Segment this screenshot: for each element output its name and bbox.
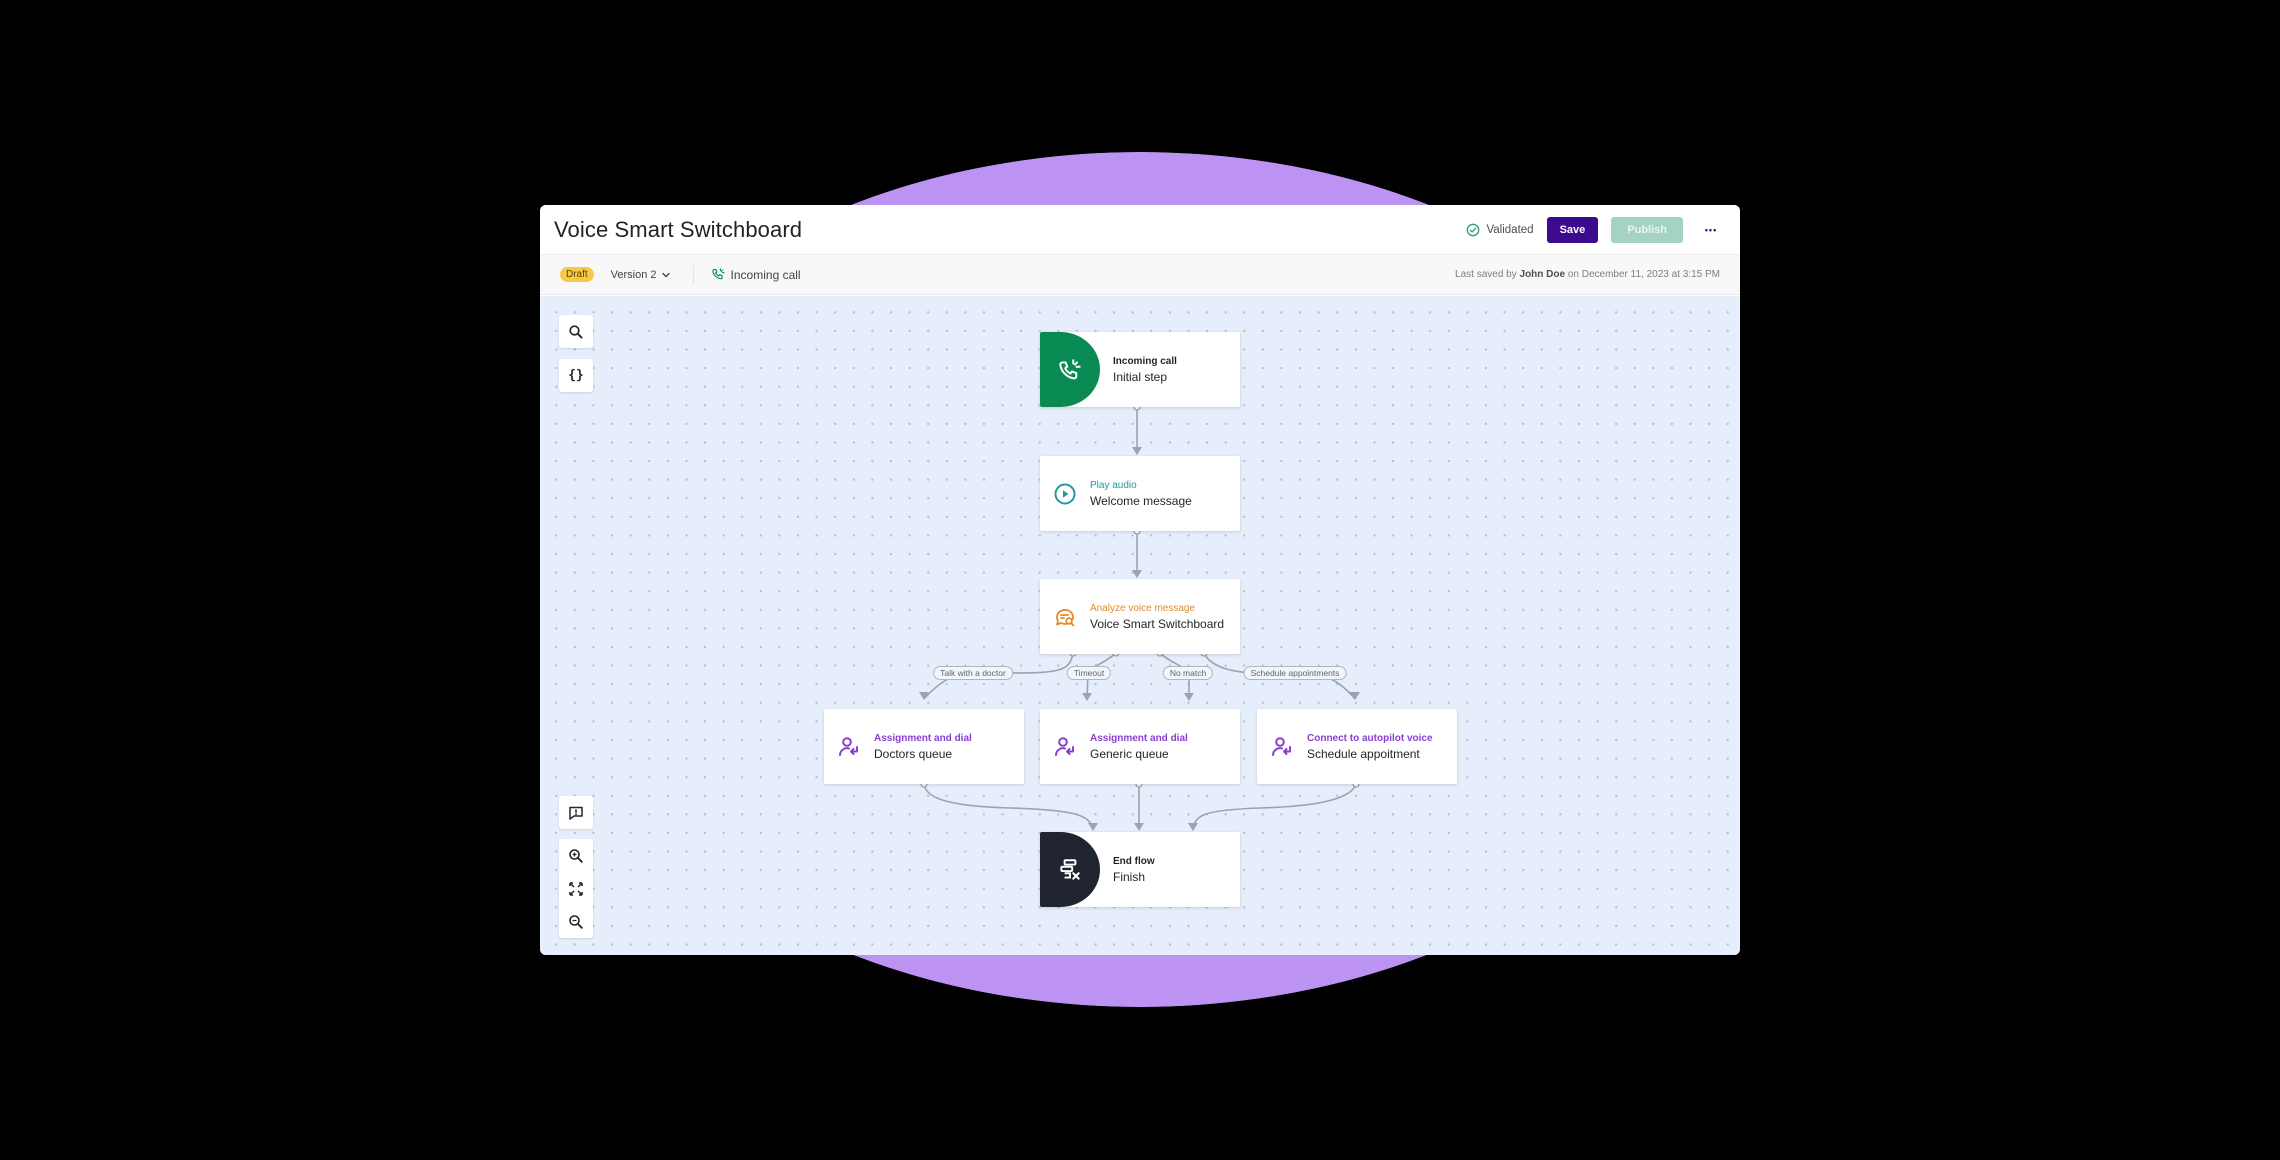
edge-label[interactable]: No match bbox=[1162, 666, 1214, 680]
edge-doctors-end[interactable] bbox=[923, 783, 1094, 831]
node-kind: End flow bbox=[1113, 855, 1155, 867]
header: Voice Smart Switchboard Validated Save P… bbox=[540, 205, 1740, 255]
node-name: Doctors queue bbox=[874, 746, 953, 761]
node-name: Schedule appoitment bbox=[1307, 746, 1420, 761]
fit-view-button[interactable] bbox=[559, 872, 593, 905]
node-kind: Incoming call bbox=[1113, 355, 1177, 367]
zoom-out-button[interactable] bbox=[559, 905, 593, 938]
check-circle-icon bbox=[1467, 223, 1480, 236]
version-label: Version 2 bbox=[610, 268, 657, 281]
page-title: Voice Smart Switchboard bbox=[554, 216, 803, 242]
zoom-in-icon bbox=[569, 848, 583, 863]
node-icon bbox=[1257, 735, 1307, 759]
flow-editor-window: Voice Smart Switchboard Validated Save P… bbox=[540, 205, 1740, 955]
assign-dial-icon bbox=[839, 736, 858, 756]
variables-button[interactable]: {} bbox=[559, 359, 593, 392]
node-cap bbox=[1040, 832, 1100, 907]
edge-label[interactable]: Timeout bbox=[1066, 666, 1112, 680]
node-kind: Play audio bbox=[1090, 479, 1137, 491]
node-generic-queue[interactable]: Assignment and dial Generic queue bbox=[1040, 709, 1240, 784]
feedback-icon bbox=[569, 806, 583, 820]
edge-label[interactable]: Talk with a doctor bbox=[933, 666, 1013, 680]
validation-label: Validated bbox=[1486, 223, 1534, 236]
last-saved-user: John Doe bbox=[1519, 269, 1566, 280]
flow-info-bar: Draft Version 2 Incoming call Last saved… bbox=[540, 255, 1740, 295]
node-end-flow[interactable]: End flow Finish bbox=[1040, 832, 1240, 907]
node-icon bbox=[1040, 605, 1090, 629]
more-options-button[interactable]: ••• bbox=[1696, 217, 1726, 243]
variables-icon: {} bbox=[568, 368, 584, 383]
node-name: Voice Smart Switchboard bbox=[1090, 616, 1225, 631]
assign-dial-icon bbox=[1055, 736, 1074, 756]
chevron-down-icon bbox=[661, 272, 670, 277]
entry-point: Incoming call bbox=[711, 267, 801, 282]
zoom-out-icon bbox=[569, 914, 583, 929]
publish-button[interactable]: Publish bbox=[1611, 216, 1683, 243]
node-kind: Connect to autopilot voice bbox=[1307, 732, 1433, 744]
node-name: Welcome message bbox=[1090, 493, 1192, 508]
variables-tool[interactable]: {} bbox=[559, 359, 593, 392]
node-texts: Assignment and dial Doctors queue bbox=[874, 733, 972, 761]
validation-status: Validated bbox=[1466, 223, 1534, 237]
zoom-in-button[interactable] bbox=[559, 839, 593, 872]
node-icon bbox=[1040, 735, 1090, 759]
status-badge: Draft bbox=[560, 267, 594, 282]
search-icon bbox=[569, 324, 583, 339]
feedback-tool[interactable] bbox=[559, 796, 593, 829]
last-saved-date: on December 11, 2023 at 3:15 PM bbox=[1567, 269, 1720, 280]
node-kind: Assignment and dial bbox=[1090, 732, 1188, 744]
assign-dial-icon bbox=[1272, 736, 1291, 756]
node-icon bbox=[1040, 482, 1090, 506]
node-texts: Assignment and dial Generic queue bbox=[1090, 733, 1188, 761]
end-flow-icon bbox=[1060, 858, 1080, 880]
version-dropdown[interactable]: Version 2 bbox=[611, 269, 671, 281]
node-incoming-call[interactable]: Incoming call Initial step bbox=[1040, 332, 1240, 407]
node-schedule-appointment[interactable]: Connect to autopilot voice Schedule appo… bbox=[1257, 709, 1457, 784]
node-doctors-queue[interactable]: Assignment and dial Doctors queue bbox=[824, 709, 1024, 784]
node-texts: Play audio Welcome message bbox=[1090, 480, 1192, 508]
edge-schedule-end[interactable] bbox=[1192, 783, 1357, 831]
node-texts: Connect to autopilot voice Schedule appo… bbox=[1307, 733, 1433, 761]
backdrop: Voice Smart Switchboard Validated Save P… bbox=[0, 0, 2280, 1160]
save-button[interactable]: Save bbox=[1546, 216, 1599, 243]
last-saved-prefix: Last saved by bbox=[1455, 269, 1517, 280]
analyze-message-icon bbox=[1056, 608, 1075, 626]
node-name: Initial step bbox=[1113, 369, 1168, 384]
play-icon bbox=[1054, 483, 1076, 504]
incoming-call-icon bbox=[1059, 358, 1081, 379]
header-actions: Validated Save Publish ••• bbox=[1466, 216, 1726, 243]
search-button[interactable] bbox=[559, 315, 593, 348]
fit-view-icon bbox=[569, 881, 583, 896]
node-kind: Analyze voice message bbox=[1090, 602, 1196, 614]
divider bbox=[692, 264, 694, 285]
zoom-controls bbox=[559, 839, 593, 938]
node-name: Finish bbox=[1113, 869, 1146, 884]
last-saved-info: Last saved by John Doe on December 11, 2… bbox=[1455, 269, 1720, 280]
node-icon bbox=[824, 735, 874, 759]
node-name: Generic queue bbox=[1090, 746, 1169, 761]
edge-label[interactable]: Schedule appointments bbox=[1243, 666, 1347, 680]
search-tool[interactable] bbox=[559, 315, 593, 348]
node-cap bbox=[1040, 332, 1100, 407]
node-texts: End flow Finish bbox=[1113, 856, 1155, 884]
node-analyze-voice[interactable]: Analyze voice message Voice Smart Switch… bbox=[1040, 579, 1240, 654]
entry-label: Incoming call bbox=[730, 267, 801, 282]
incoming-call-icon bbox=[711, 268, 725, 280]
node-kind: Assignment and dial bbox=[874, 732, 972, 744]
node-play-audio[interactable]: Play audio Welcome message bbox=[1040, 456, 1240, 531]
flow-canvas[interactable]: Talk with a doctor Timeout No match Sche… bbox=[540, 296, 1740, 955]
node-texts: Incoming call Initial step bbox=[1113, 356, 1177, 384]
node-texts: Analyze voice message Voice Smart Switch… bbox=[1090, 603, 1224, 631]
feedback-button[interactable] bbox=[559, 796, 593, 829]
more-icon: ••• bbox=[1704, 224, 1718, 235]
